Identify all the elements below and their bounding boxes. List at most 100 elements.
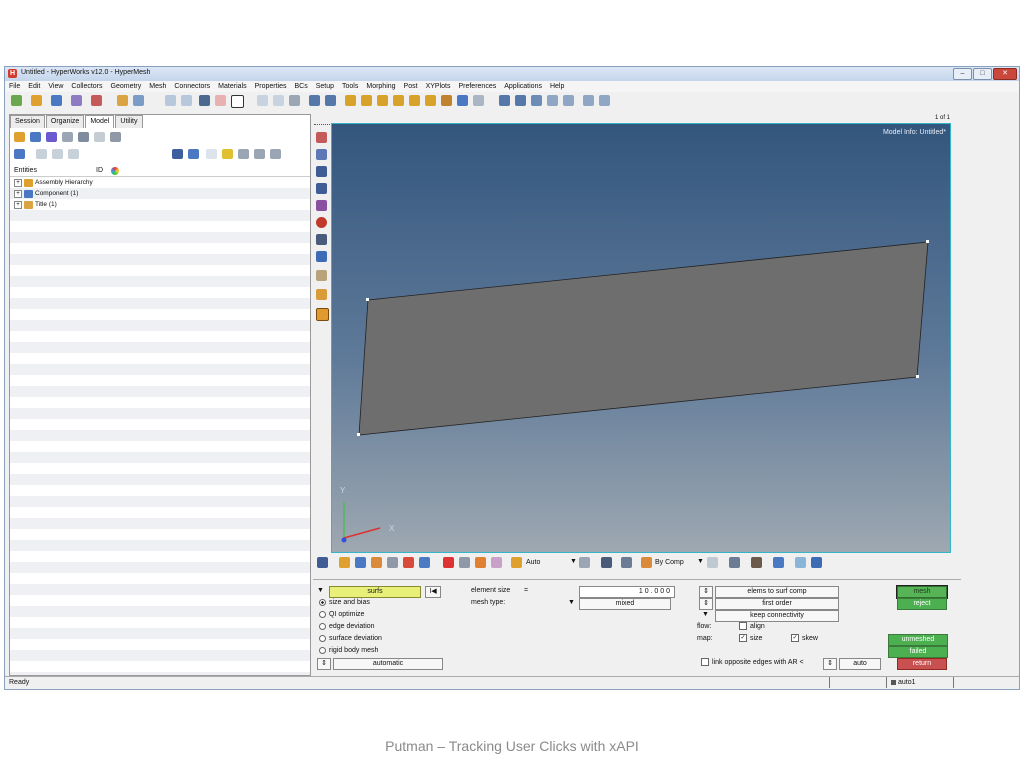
current-component-field[interactable]: auto1 bbox=[887, 677, 954, 688]
surface-shade-icon[interactable] bbox=[773, 557, 784, 568]
solid-icon[interactable] bbox=[621, 557, 632, 568]
surfs-selector[interactable]: surfs bbox=[329, 586, 421, 598]
tree-row-component[interactable]: + Component (1) bbox=[14, 188, 78, 199]
delete-icon[interactable] bbox=[316, 217, 327, 228]
component-display-icon[interactable] bbox=[371, 557, 382, 568]
radio-qi-optimize[interactable] bbox=[319, 610, 326, 618]
folder-icon[interactable] bbox=[133, 95, 144, 106]
view-b-icon[interactable] bbox=[273, 95, 284, 106]
radio-size-and-bias[interactable] bbox=[319, 598, 326, 606]
clip-icon[interactable] bbox=[473, 95, 484, 106]
order-toggle[interactable]: ⇕ bbox=[699, 598, 713, 610]
numbers-icon[interactable] bbox=[316, 251, 327, 262]
organize-icon[interactable] bbox=[316, 166, 327, 177]
surface-node[interactable] bbox=[357, 433, 360, 436]
spin-icon[interactable] bbox=[583, 95, 594, 106]
expand-icon[interactable]: + bbox=[14, 178, 22, 187]
view-iso-icon[interactable] bbox=[345, 95, 356, 106]
tab-organize[interactable]: Organize bbox=[45, 115, 85, 128]
menu-file[interactable]: File bbox=[5, 81, 24, 92]
view-reverse-icon[interactable] bbox=[441, 95, 452, 106]
menu-applications[interactable]: Applications bbox=[500, 81, 546, 92]
menu-post[interactable]: Post bbox=[400, 81, 422, 92]
create-icon[interactable] bbox=[316, 132, 327, 143]
dropdown-arrow-icon[interactable]: ▼ bbox=[570, 558, 577, 565]
close-button[interactable]: ✕ bbox=[993, 68, 1017, 80]
annotate-icon[interactable] bbox=[316, 289, 327, 300]
first-order-button[interactable]: first order bbox=[715, 598, 839, 610]
automatic-button[interactable]: automatic bbox=[333, 658, 443, 670]
grid-icon[interactable] bbox=[199, 95, 210, 106]
browser-property-icon[interactable] bbox=[46, 132, 57, 142]
failed-button[interactable]: failed bbox=[888, 646, 948, 658]
export-icon[interactable] bbox=[91, 95, 102, 106]
option-edge-deviation[interactable]: edge deviation bbox=[319, 622, 375, 632]
center-icon[interactable] bbox=[599, 95, 610, 106]
surfs-dropdown-arrow[interactable]: ▼ bbox=[317, 586, 324, 596]
color-column-icon[interactable] bbox=[111, 167, 119, 175]
radio-surface-deviation[interactable] bbox=[319, 634, 326, 642]
menu-connectors[interactable]: Connectors bbox=[170, 81, 214, 92]
browser-collapse-icon[interactable] bbox=[52, 149, 63, 159]
auto-color-icon[interactable] bbox=[511, 557, 522, 568]
view-back-icon[interactable] bbox=[425, 95, 436, 106]
menu-mesh[interactable]: Mesh bbox=[145, 81, 170, 92]
browser-show-icon[interactable] bbox=[238, 149, 249, 159]
mask-icon[interactable] bbox=[316, 183, 327, 194]
browser-load-icon[interactable] bbox=[78, 132, 89, 142]
menu-preferences[interactable]: Preferences bbox=[454, 81, 500, 92]
unmeshed-button[interactable]: unmeshed bbox=[888, 634, 948, 646]
wireframe-icon[interactable] bbox=[355, 557, 366, 568]
redo-icon[interactable] bbox=[181, 95, 192, 106]
find-icon[interactable] bbox=[316, 200, 327, 211]
surface-node[interactable] bbox=[916, 375, 919, 378]
menu-bcs[interactable]: BCs bbox=[290, 81, 311, 92]
shaded-icon[interactable] bbox=[339, 557, 350, 568]
menu-properties[interactable]: Properties bbox=[251, 81, 291, 92]
mesh-display-icon[interactable] bbox=[387, 557, 398, 568]
dropdown-arrow-icon[interactable]: ▼ bbox=[697, 558, 704, 565]
size-checkbox[interactable]: ✓ size bbox=[739, 634, 762, 644]
zoom-out-icon[interactable] bbox=[325, 95, 336, 106]
query-icon[interactable] bbox=[491, 557, 502, 568]
rotate-icon[interactable] bbox=[531, 95, 542, 106]
expand-icon[interactable]: + bbox=[14, 200, 22, 209]
menu-edit[interactable]: Edit bbox=[24, 81, 44, 92]
mesh-type-select[interactable]: mixed bbox=[579, 598, 671, 610]
mesh-button[interactable]: mesh bbox=[896, 585, 948, 599]
auto-dropdown[interactable]: Auto bbox=[526, 559, 540, 566]
element-shade-icon[interactable] bbox=[707, 557, 718, 568]
menu-view[interactable]: View bbox=[44, 81, 67, 92]
browser-config-icon[interactable] bbox=[110, 132, 121, 142]
browser-display-icon[interactable] bbox=[172, 149, 183, 159]
zoom-window-icon[interactable] bbox=[499, 95, 510, 106]
connectivity-dropdown-arrow[interactable]: ▼ bbox=[702, 610, 709, 620]
skew-checkbox[interactable]: ✓ skew bbox=[791, 634, 818, 644]
tree-row-title[interactable]: + Title (1) bbox=[14, 199, 57, 210]
normals-icon[interactable] bbox=[795, 557, 806, 568]
option-qi-optimize[interactable]: QI optimize bbox=[319, 610, 364, 620]
elems-to-surf-comp-button[interactable]: elems to surf comp bbox=[715, 586, 839, 598]
menu-help[interactable]: Help bbox=[546, 81, 568, 92]
browser-isolate-icon[interactable] bbox=[222, 149, 233, 159]
keep-connectivity-button[interactable]: keep connectivity bbox=[715, 610, 839, 622]
return-button[interactable]: return bbox=[897, 658, 947, 670]
expand-icon[interactable]: + bbox=[14, 189, 22, 198]
by-comp-dropdown[interactable]: By Comp bbox=[655, 559, 684, 566]
browser-list-icon[interactable] bbox=[68, 149, 79, 159]
zoom-in-icon[interactable] bbox=[309, 95, 320, 106]
browser-assembly-icon[interactable] bbox=[30, 132, 41, 142]
color-mode-icon[interactable] bbox=[641, 557, 652, 568]
element-size-input[interactable]: 1 0 . 0 0 0 bbox=[579, 586, 675, 598]
measure-icon[interactable] bbox=[316, 308, 329, 321]
surface-shape[interactable] bbox=[358, 241, 929, 436]
checkbox-skew[interactable]: ✓ bbox=[791, 634, 799, 643]
square-icon[interactable] bbox=[231, 95, 244, 108]
entities-column-header[interactable]: Entities bbox=[14, 167, 37, 174]
link-ratio-toggle[interactable]: ⇕ bbox=[823, 658, 837, 670]
zoom-fit-icon[interactable] bbox=[515, 95, 526, 106]
browser-reverse-icon[interactable] bbox=[270, 149, 281, 159]
import-icon[interactable] bbox=[71, 95, 82, 106]
browser-color-icon[interactable] bbox=[188, 149, 199, 159]
link-opposite-edges-checkbox[interactable]: link opposite edges with AR < bbox=[701, 658, 804, 668]
